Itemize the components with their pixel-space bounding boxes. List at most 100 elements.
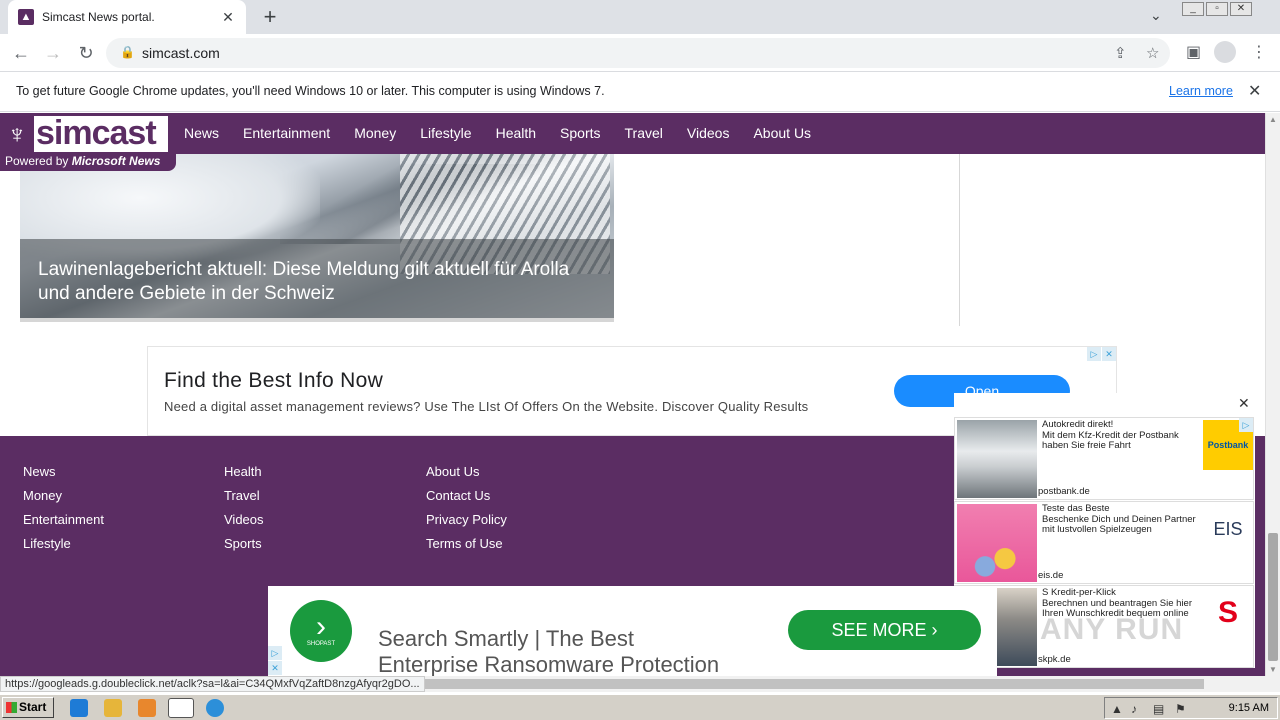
- side-ad-body[interactable]: Mit dem Kfz-Kredit der Postbank haben Si…: [1042, 430, 1202, 452]
- footer-link-lifestyle[interactable]: Lifestyle: [23, 536, 104, 560]
- hero-article-card[interactable]: Lawinenlagebericht aktuell: Diese Meldun…: [20, 154, 614, 321]
- ad-close-icon[interactable]: ✕: [1102, 347, 1116, 361]
- footer-link-news[interactable]: News: [23, 464, 104, 488]
- edge-icon[interactable]: [206, 699, 224, 717]
- clock[interactable]: 9:15 AM: [1229, 702, 1269, 714]
- bookmark-star-icon[interactable]: ☆: [1146, 44, 1159, 62]
- side-ad-domain[interactable]: eis.de: [1038, 570, 1063, 581]
- simcast-logo[interactable]: ♆ simcast Powered by Microsoft News: [0, 113, 176, 171]
- footer-link-videos[interactable]: Videos: [224, 512, 264, 536]
- side-ad-image[interactable]: [957, 420, 1037, 498]
- side-ad-title[interactable]: S Kredit-per-Klick: [1042, 587, 1202, 599]
- side-ad-body[interactable]: Beschenke Dich und Deinen Partner mit lu…: [1042, 514, 1202, 536]
- forward-arrow-icon[interactable]: →: [42, 42, 64, 64]
- nav-lifestyle[interactable]: Lifestyle: [420, 125, 471, 141]
- footer-link-contact-us[interactable]: Contact Us: [426, 488, 507, 512]
- ad-close-icon[interactable]: ✕: [268, 661, 282, 675]
- adchoices-icon[interactable]: ▷: [268, 646, 282, 660]
- minimize-button[interactable]: _: [1182, 2, 1204, 16]
- ad-description[interactable]: Need a digital asset management reviews?…: [164, 399, 808, 414]
- share-icon[interactable]: ⇪: [1114, 44, 1127, 62]
- shopast-logo-text: SHOPAST: [306, 641, 336, 647]
- side-ad-eis[interactable]: Teste das Beste Beschenke Dich und Deinen…: [954, 501, 1254, 584]
- side-ad-domain[interactable]: skpk.de: [1038, 654, 1071, 665]
- side-ad-text[interactable]: Autokredit direkt! Mit dem Kfz-Kredit der…: [1042, 419, 1202, 452]
- volume-icon[interactable]: ♪: [1131, 702, 1137, 716]
- windows-flag-icon: [6, 702, 17, 713]
- maximize-button[interactable]: ▫: [1206, 2, 1228, 16]
- profile-avatar-icon[interactable]: [1214, 41, 1236, 63]
- bottom-ad-banner[interactable]: › SHOPAST Search Smartly | The Best Enter…: [268, 586, 997, 676]
- scroll-down-arrow-icon[interactable]: ▼: [1269, 665, 1277, 674]
- chrome-taskbar-button[interactable]: [168, 698, 194, 718]
- tab-close-icon[interactable]: ✕: [220, 9, 236, 26]
- nav-sports[interactable]: Sports: [560, 125, 600, 141]
- adchoices-icon[interactable]: ▷: [1239, 418, 1253, 432]
- side-ad-brand-logo[interactable]: EIS: [1203, 504, 1253, 554]
- reload-icon[interactable]: ↻: [75, 42, 97, 64]
- side-ad-text[interactable]: Teste das Beste Beschenke Dich und Deinen…: [1042, 503, 1202, 536]
- tab-search-chevron-icon[interactable]: ⌄: [1150, 7, 1162, 24]
- network-icon[interactable]: ▤: [1153, 702, 1164, 716]
- site-navbar: News Entertainment Money Lifestyle Healt…: [0, 113, 1265, 154]
- folder-icon[interactable]: [104, 699, 122, 717]
- footer-link-entertainment[interactable]: Entertainment: [23, 512, 104, 536]
- nav-travel[interactable]: Travel: [625, 125, 663, 141]
- nav-money[interactable]: Money: [354, 125, 396, 141]
- side-ad-domain[interactable]: postbank.de: [1038, 486, 1090, 497]
- shopast-logo-icon[interactable]: › SHOPAST: [290, 600, 352, 662]
- ie-icon[interactable]: [70, 699, 88, 717]
- side-ad-close-icon[interactable]: ✕: [1238, 395, 1250, 412]
- vertical-scrollbar[interactable]: ▲ ▼: [1265, 113, 1280, 676]
- ad-line-1[interactable]: Search Smartly | The Best: [378, 626, 634, 652]
- address-bar[interactable]: 🔒 simcast.com ⇪ ☆: [106, 38, 1170, 68]
- side-ad-brand-logo[interactable]: S: [1203, 588, 1253, 638]
- lock-icon[interactable]: 🔒: [120, 45, 135, 59]
- url-text[interactable]: simcast.com: [142, 45, 220, 61]
- back-arrow-icon[interactable]: ←: [10, 42, 32, 64]
- nav-entertainment[interactable]: Entertainment: [243, 125, 330, 141]
- horizontal-scrollbar[interactable]: [420, 676, 1280, 692]
- footer-column-2: Health Travel Videos Sports: [224, 464, 264, 560]
- scroll-thumb[interactable]: [1268, 533, 1278, 661]
- side-ad-postbank[interactable]: Autokredit direkt! Mit dem Kfz-Kredit der…: [954, 417, 1254, 500]
- nav-videos[interactable]: Videos: [687, 125, 730, 141]
- footer-link-travel[interactable]: Travel: [224, 488, 264, 512]
- hero-caption[interactable]: Lawinenlagebericht aktuell: Diese Meldun…: [20, 239, 614, 318]
- tab-title: Simcast News portal.: [42, 10, 155, 24]
- footer-link-health[interactable]: Health: [224, 464, 264, 488]
- side-ad-title[interactable]: Autokredit direkt!: [1042, 419, 1202, 431]
- start-label: Start: [19, 700, 47, 714]
- start-button[interactable]: Start: [2, 697, 54, 718]
- logo-wordmark: simcast: [34, 116, 168, 152]
- update-infobar: To get future Google Chrome updates, you…: [0, 72, 1280, 112]
- side-ad-title[interactable]: Teste das Beste: [1042, 503, 1202, 515]
- site-nav-items: News Entertainment Money Lifestyle Healt…: [184, 125, 835, 141]
- close-window-button[interactable]: ✕: [1230, 2, 1252, 16]
- tray-arrow-icon[interactable]: ▲: [1111, 702, 1123, 716]
- nav-news[interactable]: News: [184, 125, 219, 141]
- ad-line-2[interactable]: Enterprise Ransomware Protection: [378, 652, 719, 676]
- adchoices-icon[interactable]: ▷: [1087, 347, 1101, 361]
- browser-tab[interactable]: ▲ Simcast News portal. ✕: [8, 0, 246, 34]
- footer-link-about-us[interactable]: About Us: [426, 464, 507, 488]
- nav-health[interactable]: Health: [496, 125, 536, 141]
- see-more-button[interactable]: SEE MORE ›: [788, 610, 981, 650]
- media-player-icon[interactable]: [138, 699, 156, 717]
- infobar-close-icon[interactable]: ✕: [1248, 81, 1261, 101]
- footer-link-terms-of-use[interactable]: Terms of Use: [426, 536, 507, 560]
- learn-more-link[interactable]: Learn more: [1169, 84, 1233, 98]
- new-tab-button[interactable]: +: [258, 5, 282, 29]
- flag-icon[interactable]: ⚑: [1175, 702, 1186, 716]
- scroll-up-arrow-icon[interactable]: ▲: [1269, 115, 1277, 124]
- side-panel-icon[interactable]: ▣: [1186, 42, 1201, 62]
- nav-about-us[interactable]: About Us: [753, 125, 811, 141]
- ad-headline[interactable]: Find the Best Info Now: [164, 369, 383, 393]
- hscroll-thumb[interactable]: [424, 679, 1204, 689]
- menu-kebab-icon[interactable]: ⋮: [1251, 42, 1267, 62]
- footer-link-privacy-policy[interactable]: Privacy Policy: [426, 512, 507, 536]
- footer-link-sports[interactable]: Sports: [224, 536, 264, 560]
- window-controls: _ ▫ ✕: [1182, 2, 1252, 16]
- footer-link-money[interactable]: Money: [23, 488, 104, 512]
- side-ad-image[interactable]: [957, 504, 1037, 582]
